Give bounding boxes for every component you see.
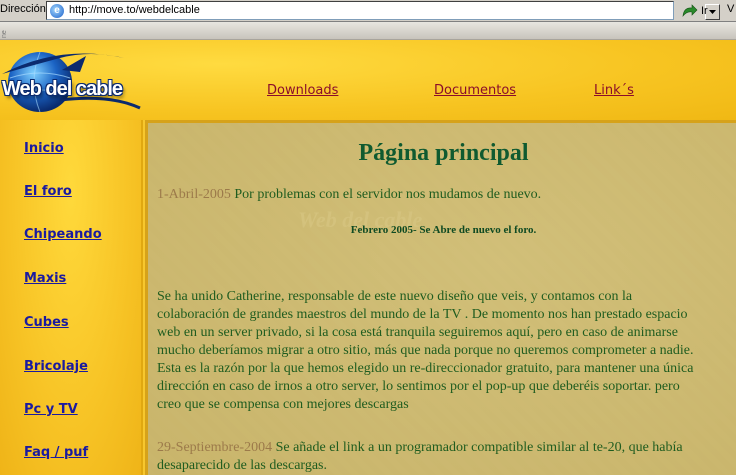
news-item-1: 1-Abril-2005 Por problemas con el servid… xyxy=(157,186,736,204)
paragraph-line: colaboración de grandes maestros del mun… xyxy=(157,307,688,322)
address-input[interactable]: e http://move.to/webdelcable xyxy=(46,1,720,20)
paragraph-line: web en un server privado, si la cosa est… xyxy=(157,325,678,340)
paragraph-line: creo que se compensa con mejores descarg… xyxy=(157,397,409,412)
address-url: http://move.to/webdelcable xyxy=(69,4,200,16)
news-text: desaparecido de las descargas. xyxy=(157,458,327,473)
nav-downloads[interactable]: Downloads xyxy=(267,83,338,98)
sidebar-item-inicio[interactable]: Inicio xyxy=(24,141,64,156)
go-arrow-icon xyxy=(682,4,698,17)
sidebar-item-chipeando[interactable]: Chipeando xyxy=(24,227,102,242)
site-header: Web del cable Downloads Documentos Link´… xyxy=(0,40,736,120)
sidebar-item-cubes[interactable]: Cubes xyxy=(24,315,69,330)
links-toolbar-edge[interactable]: V xyxy=(727,3,734,15)
sidebar-item-faq[interactable]: Faq / puf xyxy=(24,445,88,460)
nav-links[interactable]: Link´s xyxy=(594,83,634,98)
sidebar-item-pc-tv[interactable]: Pc y TV xyxy=(24,402,78,417)
web-page: Web del cable Downloads Documentos Link´… xyxy=(0,40,736,475)
sidebar-item-bricolaje[interactable]: Bricolaje xyxy=(24,359,88,374)
sidebar-item-maxis[interactable]: Maxis xyxy=(24,271,66,286)
address-label: Dirección xyxy=(0,3,46,15)
sidebar-item-el-foro[interactable]: El foro xyxy=(24,184,72,199)
paragraph-line: Se ha unido Catherine, responsable de es… xyxy=(157,289,633,304)
news-text: Se añade el link a un programador compat… xyxy=(272,440,683,455)
toolbar-grip-label: ne xyxy=(1,30,8,38)
news-paragraph: Se ha unido Catherine, responsable de es… xyxy=(157,288,736,414)
news-item-3: 29-Septiembre-2004 Se añade el link a un… xyxy=(157,439,736,475)
paragraph-line: mucho deberíamos migrar a otro sitio, má… xyxy=(157,343,694,358)
address-bar: Dirección e http://move.to/webdelcable I… xyxy=(0,0,736,22)
logo-text: Web del cable xyxy=(2,78,123,100)
page-title: Página principal xyxy=(358,140,529,166)
go-label: Ir xyxy=(701,5,708,17)
news-date: 1-Abril-2005 xyxy=(157,187,231,202)
go-button[interactable]: Ir xyxy=(682,2,708,20)
news-date: 29-Septiembre-2004 xyxy=(157,440,273,455)
paragraph-line: dirección en caso de irnos a otro server… xyxy=(157,379,680,394)
site-logo[interactable]: Web del cable xyxy=(0,48,145,114)
ie-page-icon: e xyxy=(50,4,64,18)
news-text: Por problemas con el servidor nos mudamo… xyxy=(230,187,542,202)
nav-documentos[interactable]: Documentos xyxy=(434,83,516,98)
sidebar-menu: Inicio El foro Chipeando Maxis Cubes Bri… xyxy=(0,120,143,475)
main-content: Web del cable Página principal 1-Abril-2… xyxy=(145,120,736,475)
news-item-2: Febrero 2005- Se Abre de nuevo el foro. xyxy=(350,224,537,236)
paragraph-line: Esta es la razón por la que hemos elegid… xyxy=(157,361,694,376)
links-toolbar: ne xyxy=(0,22,736,40)
chevron-down-icon xyxy=(709,10,716,14)
